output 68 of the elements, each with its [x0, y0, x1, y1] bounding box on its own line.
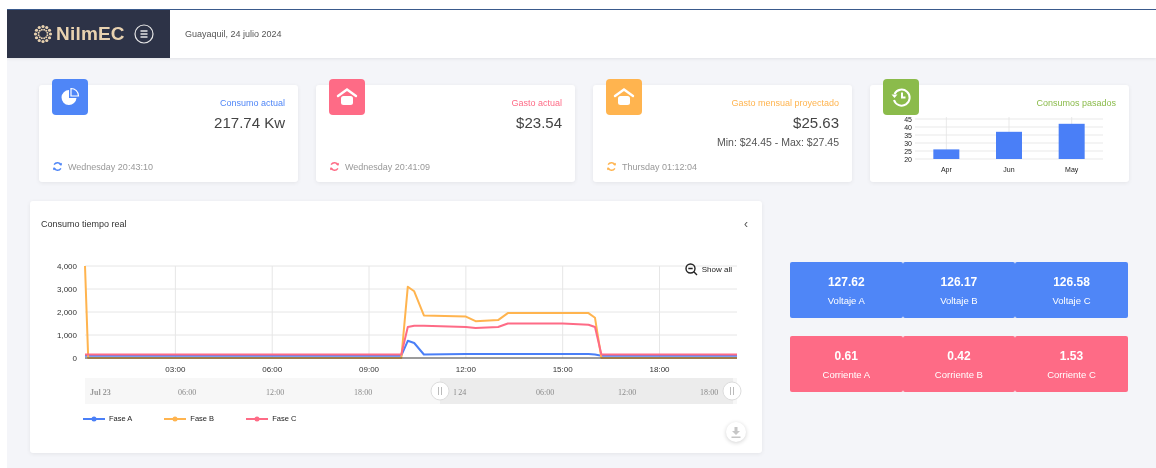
card-range: Min: $24.45 - Max: $27.45: [717, 136, 839, 148]
card-title: Gasto mensual proyectado: [731, 98, 839, 108]
navigator-selection[interactable]: [440, 378, 733, 404]
bar: [995, 131, 1022, 159]
axis-label: 15:00: [552, 365, 573, 374]
reading-value: 1.53: [1059, 348, 1084, 363]
location-date: Guayaquil, 24 julio 2024: [185, 29, 282, 39]
card-title: Gasto actual: [511, 98, 562, 108]
panel-title: Consumo tiempo real: [41, 218, 127, 229]
reading-label: Corriente B: [934, 368, 983, 380]
house-icon: [613, 87, 635, 107]
axis-label: 06:00: [262, 365, 283, 374]
navigator-label: 18:00: [700, 388, 719, 397]
reading-value: 0.42: [947, 348, 971, 363]
reading-label: Voltaje C: [1052, 294, 1091, 306]
card-value: $25.63: [793, 114, 839, 131]
reading-value: 126.58: [1053, 274, 1090, 289]
card-title: Consumo actual: [219, 98, 285, 108]
show-all-button[interactable]: Show all: [684, 263, 732, 276]
update-time: Wednesday 20:43:10: [68, 161, 153, 172]
reading-label: Voltaje B: [940, 294, 978, 306]
reading-label: Corriente C: [1047, 368, 1096, 380]
menu-icon[interactable]: [133, 24, 154, 44]
navigator-label: 06:00: [178, 388, 197, 397]
navigator-label: 18:00: [354, 388, 373, 397]
axis-label: 4,000: [56, 262, 77, 271]
navigator-label: l 24: [454, 388, 467, 397]
range-handle[interactable]: [430, 381, 450, 401]
pie-chart-icon: [60, 87, 80, 107]
axis-label: 0: [72, 354, 77, 363]
navigator-label: 12:00: [618, 388, 637, 397]
navigator-label: Jul 23: [90, 388, 111, 397]
card-value: $23.54: [516, 114, 562, 131]
reading-value: 0.61: [834, 348, 858, 363]
bar: [1058, 123, 1085, 159]
axis-label: 2,000: [56, 308, 77, 317]
logo: NilmEC: [56, 23, 125, 45]
card-title: Consumos pasados: [1036, 98, 1116, 108]
download-icon: [731, 426, 741, 438]
refresh-icon[interactable]: [606, 161, 617, 172]
legend-line-icon: [83, 415, 105, 422]
reading-label: Voltaje A: [827, 294, 865, 306]
axis-label: 3,000: [56, 285, 77, 294]
reading-label: Corriente A: [822, 368, 871, 380]
card-value: 217.74 Kw: [214, 114, 285, 131]
reading-value: 126.17: [940, 274, 978, 289]
house-icon: [336, 87, 358, 107]
navigator-label: 12:00: [266, 388, 285, 397]
range-handle[interactable]: [722, 381, 742, 401]
collapse-toggle[interactable]: ‹: [744, 217, 748, 230]
axis-label: 03:00: [165, 365, 186, 374]
download-button[interactable]: [726, 422, 746, 442]
reading-value: 127.62: [827, 274, 865, 289]
legend-line-icon: [164, 415, 187, 422]
axis-label: 09:00: [359, 365, 380, 374]
axis-label: 1,000: [56, 331, 77, 340]
axis-label: 12:00: [455, 365, 476, 374]
axis-label: 18:00: [649, 365, 670, 374]
clock-history-icon: [890, 86, 912, 108]
update-time: Thursday 01:12:04: [622, 161, 698, 172]
navigator-label: 06:00: [536, 388, 555, 397]
refresh-icon[interactable]: [52, 161, 63, 172]
legend-line-icon: [246, 415, 269, 422]
update-time: Wednesday 20:41:09: [345, 161, 430, 172]
sunburst-logo-icon: [33, 24, 53, 44]
bar: [932, 149, 959, 159]
refresh-icon[interactable]: [329, 161, 340, 172]
zoom-out-icon: [684, 263, 698, 276]
